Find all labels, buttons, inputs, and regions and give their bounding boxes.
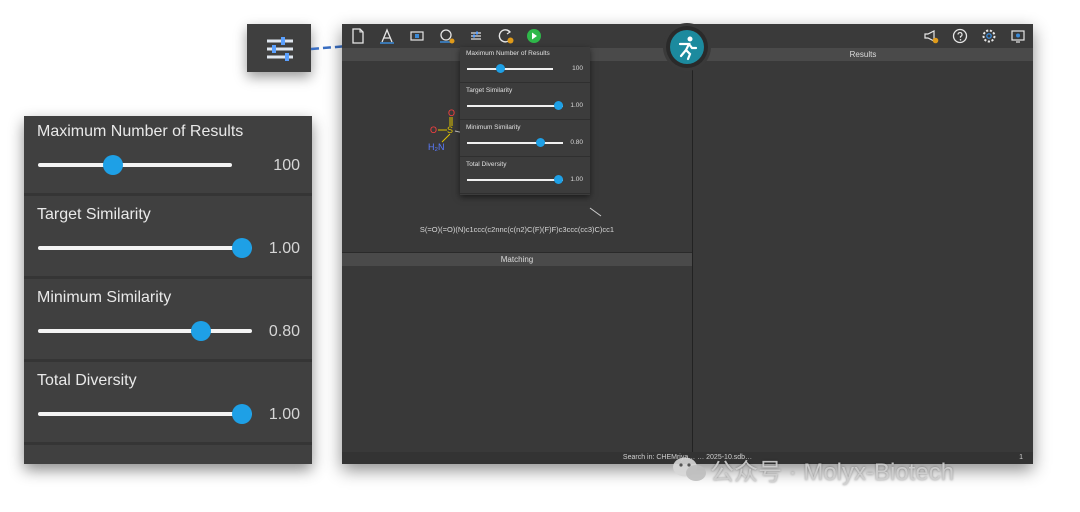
slider-knob[interactable] [535, 138, 545, 147]
slider-label: Target Similarity [37, 206, 151, 223]
slider-label: Target Similarity [466, 87, 513, 94]
sliders-icon [267, 37, 293, 61]
matching-header: Matching [342, 253, 692, 266]
smiles-string: S(=O)(=O)(N)c1ccc(c2nnc(c(n2)C(F)(F)F)c3… [419, 225, 615, 234]
screen-icon[interactable] [408, 27, 426, 45]
slider-value: 1.00 [570, 102, 583, 109]
popup-slider-target-similarity: Target Similarity 1.00 [460, 84, 590, 120]
slider-knob[interactable] [232, 404, 252, 424]
zoom-slider-target-similarity: Target Similarity 1.00 [24, 199, 312, 279]
refresh-icon[interactable] [497, 27, 515, 45]
new-document-icon[interactable] [349, 27, 367, 45]
slider-track[interactable] [467, 68, 553, 70]
slider-label: Total Diversity [466, 161, 507, 168]
wechat-icon [673, 457, 706, 481]
popup-slider-max-results: Maximum Number of Results 100 [460, 47, 590, 83]
run-icon[interactable] [525, 27, 543, 45]
oxygen-left-label: O [430, 125, 437, 135]
popup-slider-min-similarity: Minimum Similarity 0.80 [460, 121, 590, 157]
status-count: 1 [1019, 454, 1023, 461]
bond-line [589, 207, 602, 217]
slider-label: Minimum Similarity [37, 289, 172, 306]
slider-value: 1.00 [268, 406, 300, 423]
zoom-slider-max-results: Maximum Number of Results 100 [24, 116, 312, 196]
help-icon[interactable] [951, 27, 969, 45]
slider-value: 0.80 [268, 323, 300, 340]
slider-track[interactable] [38, 246, 252, 250]
results-header: Results [693, 48, 1033, 61]
slider-label: Minimum Similarity [466, 124, 521, 131]
oxygen-top-label: O [448, 108, 455, 118]
slider-knob[interactable] [554, 175, 563, 184]
watermark: 公众号 · Molyx-Biotech [670, 452, 954, 486]
slider-track[interactable] [467, 179, 563, 181]
zoom-slider-total-diversity: Total Diversity 1.00 [24, 365, 312, 445]
megaphone-icon[interactable] [922, 27, 940, 45]
slider-value: 0.80 [570, 139, 583, 146]
popup-slider-total-diversity: Total Diversity 1.00 [460, 158, 590, 194]
zoomed-slider-panel: Maximum Number of Results 100 Target Sim… [24, 116, 312, 464]
app-logo [666, 26, 708, 68]
logo-badge [670, 30, 704, 64]
zoom-slider-min-similarity: Minimum Similarity 0.80 [24, 282, 312, 362]
slider-value: 1.00 [570, 176, 583, 183]
slider-label: Maximum Number of Results [37, 123, 244, 140]
running-figure-icon [678, 36, 698, 61]
slider-knob[interactable] [495, 64, 505, 73]
sliders-icon[interactable] [467, 27, 485, 45]
slider-track[interactable] [38, 163, 232, 167]
slider-track[interactable] [467, 142, 563, 144]
slider-track[interactable] [38, 329, 252, 333]
results-pane: Results [693, 48, 1033, 464]
monitor-icon[interactable] [1009, 27, 1027, 45]
settings-icon[interactable] [980, 27, 998, 45]
slider-value: 1.00 [268, 240, 300, 257]
slider-knob[interactable] [191, 321, 212, 341]
slider-label: Maximum Number of Results [466, 50, 550, 57]
slider-track[interactable] [38, 412, 252, 416]
slider-value: 100 [572, 65, 583, 72]
amine-label: H₂N [428, 142, 445, 152]
slider-knob[interactable] [103, 155, 124, 175]
zoomed-sliders-icon [247, 24, 311, 72]
app-window: O O S H₂N S(=O)(=O)(N)c1ccc(c2nnc(c(n2)C… [342, 24, 1033, 464]
slider-knob[interactable] [232, 238, 252, 258]
slider-track[interactable] [467, 105, 563, 107]
matching-area: Matching [342, 252, 692, 464]
slider-label: Total Diversity [37, 372, 137, 389]
slider-value: 100 [273, 157, 300, 174]
sulfur-label: S [447, 125, 453, 135]
similarity-settings-popup: Maximum Number of Results 100 Target Sim… [460, 47, 590, 195]
stage: Maximum Number of Results 100 Target Sim… [0, 0, 1080, 512]
search-settings-icon[interactable] [438, 27, 456, 45]
text-icon[interactable] [378, 27, 396, 45]
watermark-text: 公众号 · Molyx-Biotech [710, 458, 955, 486]
slider-knob[interactable] [554, 101, 563, 110]
